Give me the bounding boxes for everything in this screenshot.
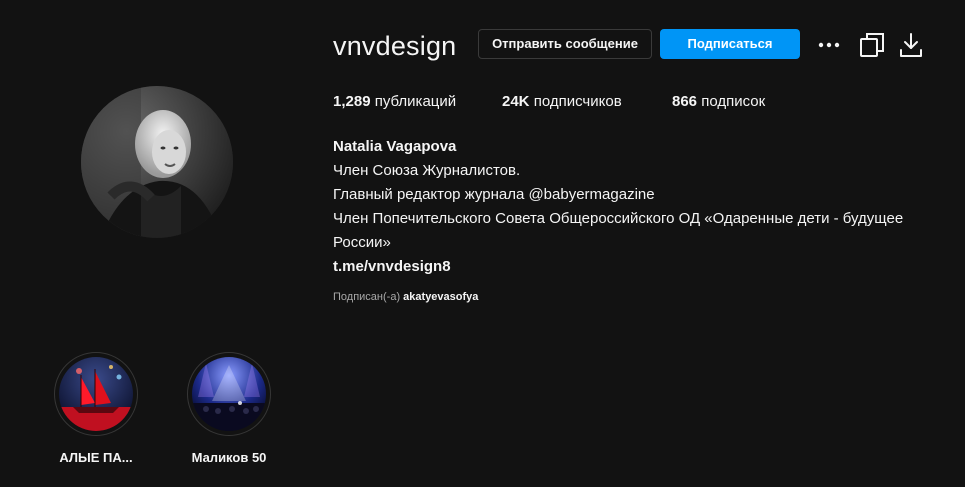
highlight-label: АЛЫЕ ПА... (59, 450, 133, 465)
story-highlight[interactable]: АЛЫЕ ПА... (51, 352, 141, 465)
posts-label: публикаций (374, 93, 457, 110)
stat-posts: 1,289 публикаций (333, 93, 456, 110)
send-message-button[interactable]: Отправить сообщение (478, 29, 652, 59)
bio-link-text[interactable]: t.me/vnvdesign8 (333, 258, 451, 275)
profile-bio: Natalia Vagapova Член Союза Журналистов.… (333, 135, 953, 279)
more-options-icon[interactable] (815, 31, 843, 59)
avatar-photo (81, 86, 233, 238)
concert-stage-image (192, 357, 266, 431)
posts-count: 1,289 (333, 93, 371, 110)
bio-line: Главный редактор журнала @babyermagazine (333, 186, 655, 203)
followed-by-user[interactable]: akatyevasofya (403, 291, 478, 303)
following-label: подписок (701, 93, 766, 110)
bio-line: Член Попечительского Совета Общероссийск… (333, 210, 904, 251)
bio-line: Член Союза Журналистов. (333, 162, 521, 179)
download-icon[interactable] (897, 31, 925, 59)
bio-full-name: Natalia Vagapova (333, 138, 457, 155)
followed-by-prefix: Подписан(-а) (333, 291, 401, 303)
username: vnvdesign (333, 31, 457, 61)
stat-followers[interactable]: 24K подписчиков (502, 93, 622, 110)
followers-count: 24K (502, 93, 530, 110)
red-sails-ship-image (59, 357, 133, 431)
highlight-ring (187, 352, 271, 436)
followers-label: подписчиков (533, 93, 622, 110)
highlight-label: Маликов 50 (191, 450, 267, 465)
stat-following[interactable]: 866 подписок (672, 93, 765, 110)
following-count: 866 (672, 93, 698, 110)
story-highlight[interactable]: Маликов 50 (184, 352, 274, 465)
follow-button[interactable]: Подписаться (660, 29, 800, 59)
copy-icon[interactable] (858, 31, 886, 59)
profile-avatar[interactable] (81, 86, 233, 238)
highlight-ring (54, 352, 138, 436)
followed-by: Подписан(-а) akatyevasofya (333, 291, 478, 303)
bio-link[interactable]: t.me/vnvdesign8 (333, 255, 953, 279)
